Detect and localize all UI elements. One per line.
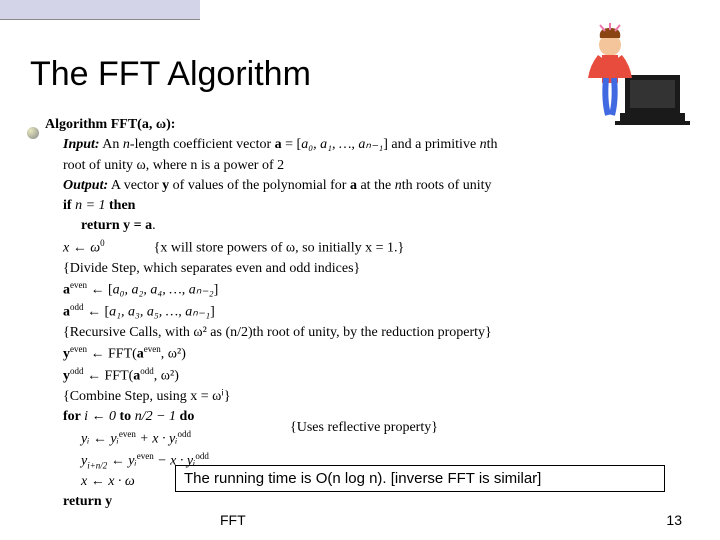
t: yᵢ ← yᵢ	[81, 431, 119, 446]
if-then: then	[106, 198, 136, 213]
t: i+n/2	[87, 460, 107, 470]
t: odd	[140, 366, 154, 376]
slide-number: 13	[666, 512, 682, 528]
clipart-computer-person	[570, 20, 700, 130]
t: An	[100, 137, 123, 152]
algorithm-block: Algorithm FFT(a, ω): Input: An n-length …	[45, 115, 498, 513]
xinit-comment: {x will store powers of ω, so initially …	[154, 240, 405, 255]
output-label: Output:	[63, 178, 108, 193]
t: ← yᵢ	[107, 453, 136, 468]
divide-comment: {Divide Step, which separates even and o…	[63, 259, 498, 279]
t: ← FFT(	[87, 347, 137, 362]
t: , ω²)	[154, 369, 179, 384]
t: a	[137, 347, 144, 362]
combine-comment: {Combine Step, using x = ωⁱ}	[63, 387, 498, 407]
t: a₁, a₃, a₅, …, aₙ₋₁	[109, 305, 210, 320]
t: -length coefficient vector	[130, 137, 275, 152]
t: at the	[357, 178, 395, 193]
t: ]	[214, 283, 219, 298]
header-bar	[0, 0, 200, 20]
return2-pre: return	[63, 494, 105, 509]
t: th roots of unity	[402, 178, 492, 193]
t: even	[144, 344, 161, 354]
return1-dot: .	[152, 218, 156, 233]
t: a	[63, 283, 70, 298]
t: n	[395, 178, 402, 193]
bullet-dot	[27, 127, 39, 139]
for-end: n/2 − 1	[131, 409, 179, 424]
return1-eq: y = a	[123, 218, 152, 233]
t: = [	[282, 137, 302, 152]
t: even	[70, 344, 87, 354]
algo-header-pre: Algorithm FFT(	[45, 117, 142, 132]
t: ]	[210, 305, 215, 320]
t: a₀, a₂, a₄, …, aₙ₋₂	[113, 283, 214, 298]
if-pre: if	[63, 198, 75, 213]
t: ← [	[84, 305, 110, 320]
t: a₀, a₁, …, aₙ₋₁	[301, 137, 383, 152]
t: y	[63, 369, 70, 384]
t: of values of the polynomial for	[169, 178, 350, 193]
t: ← FFT(	[84, 369, 134, 384]
xinit-sup: 0	[100, 238, 105, 248]
t: n	[480, 137, 487, 152]
t: th	[487, 137, 498, 152]
t: n	[123, 137, 130, 152]
t: odd	[177, 429, 191, 439]
t: A vector	[108, 178, 162, 193]
algo-header-args: a, ω	[142, 117, 166, 132]
t: even	[137, 451, 154, 461]
for-pre: for	[63, 409, 84, 424]
input-label: Input:	[63, 137, 100, 152]
return2-y: y	[105, 494, 112, 509]
t: odd	[70, 366, 84, 376]
for-range: i ← 0	[84, 409, 119, 424]
t: a	[350, 178, 357, 193]
t: + x · yᵢ	[136, 431, 178, 446]
t: odd	[195, 451, 209, 461]
reflective-comment-side: {Uses reflective property}	[290, 420, 438, 436]
input-line2: root of unity ω, where n is a power of 2	[63, 158, 284, 173]
xinit-lhs: x ← ω	[63, 240, 100, 255]
runtime-box: The running time is O(n log n). [inverse…	[175, 465, 665, 492]
if-cond: n = 1	[75, 198, 105, 213]
t: ] and a primitive	[383, 137, 479, 152]
for-to: to	[120, 409, 132, 424]
t: a	[63, 305, 70, 320]
t: , ω²)	[161, 347, 186, 362]
t: odd	[70, 302, 84, 312]
t: even	[70, 280, 87, 290]
recursive-comment: {Recursive Calls, with ω² as (n/2)th roo…	[63, 323, 498, 343]
return1-pre: return	[81, 218, 123, 233]
algo-header-post: ):	[166, 117, 175, 132]
t: a	[275, 137, 282, 152]
footer-topic: FFT	[220, 512, 246, 528]
t: ← [	[87, 283, 113, 298]
xupdate: x ← x · ω	[81, 474, 135, 489]
t: y	[63, 347, 70, 362]
slide-title: The FFT Algorithm	[30, 55, 311, 94]
t: even	[119, 429, 136, 439]
for-do: do	[180, 409, 195, 424]
